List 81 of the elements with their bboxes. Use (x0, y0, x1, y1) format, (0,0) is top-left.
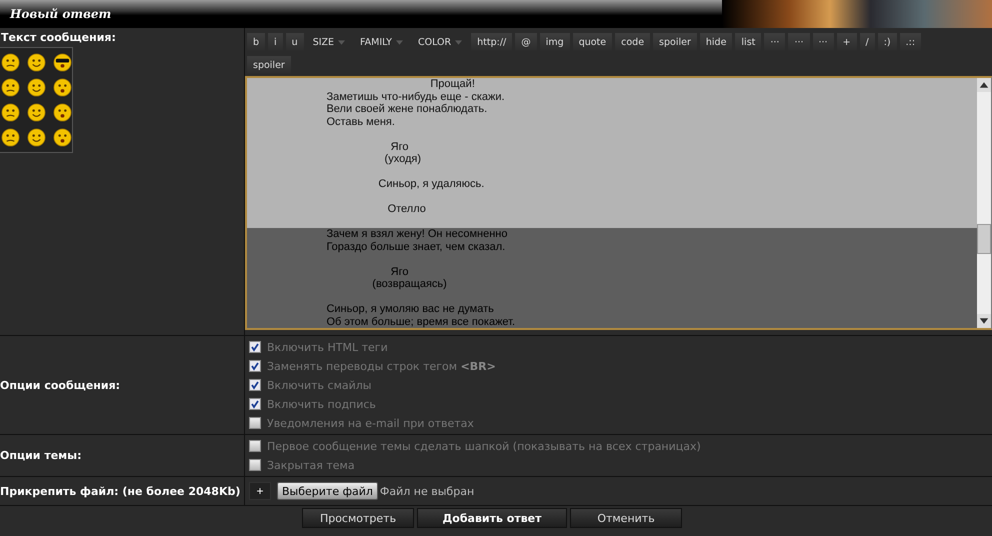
options-label: Опции сообщения: (0, 378, 120, 392)
text-line: Синьор, я удаляюсь. (377, 178, 486, 190)
form-button[interactable]: Просмотреть (302, 508, 414, 528)
toolbar-button[interactable]: / (860, 33, 875, 51)
smiley-icon[interactable] (26, 53, 46, 72)
checkbox-label: Включить подпись (267, 398, 376, 410)
checkbox-label: Первое сообщение темы сделать шапкой (показывать на всех страницах) (267, 440, 701, 452)
text-line: Прощай! (429, 78, 476, 90)
checkbox[interactable] (249, 440, 261, 452)
checkbox-label: Включить HTML теги (267, 340, 388, 354)
toolbar-dropdown[interactable]: SIZE (306, 33, 352, 51)
checkbox[interactable] (249, 379, 261, 391)
file-status: Файл не выбран (380, 484, 474, 498)
checkbox-label: Включить смайлы (267, 378, 372, 392)
toolbar-button[interactable]: hide (700, 33, 732, 51)
smiley-icon[interactable] (0, 128, 20, 147)
text-line: Яго (390, 266, 410, 278)
checkbox[interactable] (249, 360, 261, 372)
text-line: Гораздо больше знает, чем сказал. (325, 240, 506, 253)
checkbox[interactable] (249, 341, 261, 353)
text-line: Оставь меня. (325, 116, 396, 128)
toolbar-button[interactable]: :) (878, 33, 897, 51)
text-line: Зачем я взял жену! Он несомненно (325, 228, 508, 240)
text-line: Отелло (386, 203, 427, 216)
toolbar-button[interactable]: list (735, 33, 762, 51)
message-text-area[interactable] (245, 76, 992, 330)
text-line: (уходя) (384, 153, 422, 166)
text-line: (возвращаясь) (371, 278, 448, 290)
options-label: Опции темы: (0, 449, 82, 462)
smiley-icon[interactable] (0, 53, 20, 72)
form-button[interactable]: Отменить (570, 508, 682, 528)
toolbar-dropdown[interactable]: FAMILY (354, 33, 409, 51)
caret-icon (338, 40, 346, 44)
checkbox-label: Заменять переводы строк тегом <BR> (267, 360, 496, 372)
checkbox-label: Закрытая тема (267, 458, 355, 472)
smiley-icon[interactable] (26, 128, 46, 147)
smiley-icon[interactable] (52, 78, 72, 97)
smiley-icon[interactable] (52, 128, 72, 147)
toolbar-button[interactable]: u (286, 33, 304, 51)
toolbar-button[interactable]: spoiler (653, 33, 697, 51)
text-line: Об этом больше; время все покажет. (325, 316, 516, 328)
checkbox-label: Уведомления на e-mail при ответах (267, 416, 474, 430)
toolbar-button[interactable]: ··· (764, 33, 786, 51)
smiley-icon[interactable] (52, 103, 72, 122)
text-line: Вели своей жене понаблюдать. (325, 103, 488, 116)
toolbar-button[interactable]: spoiler (247, 56, 291, 74)
checkbox[interactable] (249, 398, 261, 410)
toolbar-button[interactable]: code (615, 33, 650, 51)
page-title: Новый ответ (8, 7, 112, 21)
attach-label: Прикрепить файл: (не более 2048Kb) (0, 484, 240, 498)
smiley-icon[interactable] (0, 78, 20, 97)
choose-file-button[interactable]: Выберите файл (277, 482, 378, 500)
toolbar-button[interactable]: http:// (471, 33, 512, 51)
toolbar-button[interactable]: .:: (900, 33, 922, 51)
add-file-button[interactable]: + (249, 482, 271, 500)
scroll-up-icon[interactable] (977, 78, 991, 92)
toolbar-dropdown[interactable]: COLOR (412, 33, 468, 51)
text-line: Яго (390, 140, 410, 153)
toolbar-button[interactable]: i (268, 33, 283, 51)
checkbox[interactable] (249, 459, 261, 471)
caret-icon (455, 40, 462, 44)
smiley-icon[interactable] (26, 78, 46, 97)
message-label: Текст сообщения: (0, 30, 117, 44)
toolbar-button[interactable]: ··· (812, 33, 834, 51)
smiley-icon[interactable] (26, 103, 46, 122)
toolbar-button[interactable]: img (540, 33, 570, 51)
scrollbar[interactable] (977, 78, 991, 328)
caret-icon (396, 40, 403, 44)
form-button[interactable]: Добавить ответ (417, 508, 567, 528)
toolbar-button[interactable]: + (836, 33, 857, 51)
smiley-icon[interactable] (0, 103, 20, 122)
text-line: Заметишь что-нибудь еще - скажи. (325, 90, 506, 103)
scroll-down-icon[interactable] (977, 314, 991, 328)
toolbar-button[interactable]: b (247, 33, 266, 51)
checkbox[interactable] (249, 417, 261, 429)
smiley-icon[interactable] (52, 53, 72, 72)
toolbar-button[interactable]: @ (515, 33, 537, 51)
toolbar-button[interactable]: ··· (788, 33, 810, 51)
toolbar-button[interactable]: quote (572, 33, 612, 51)
text-line: Синьор, я умоляю вас не думать (325, 303, 495, 316)
scroll-thumb[interactable] (977, 224, 991, 254)
